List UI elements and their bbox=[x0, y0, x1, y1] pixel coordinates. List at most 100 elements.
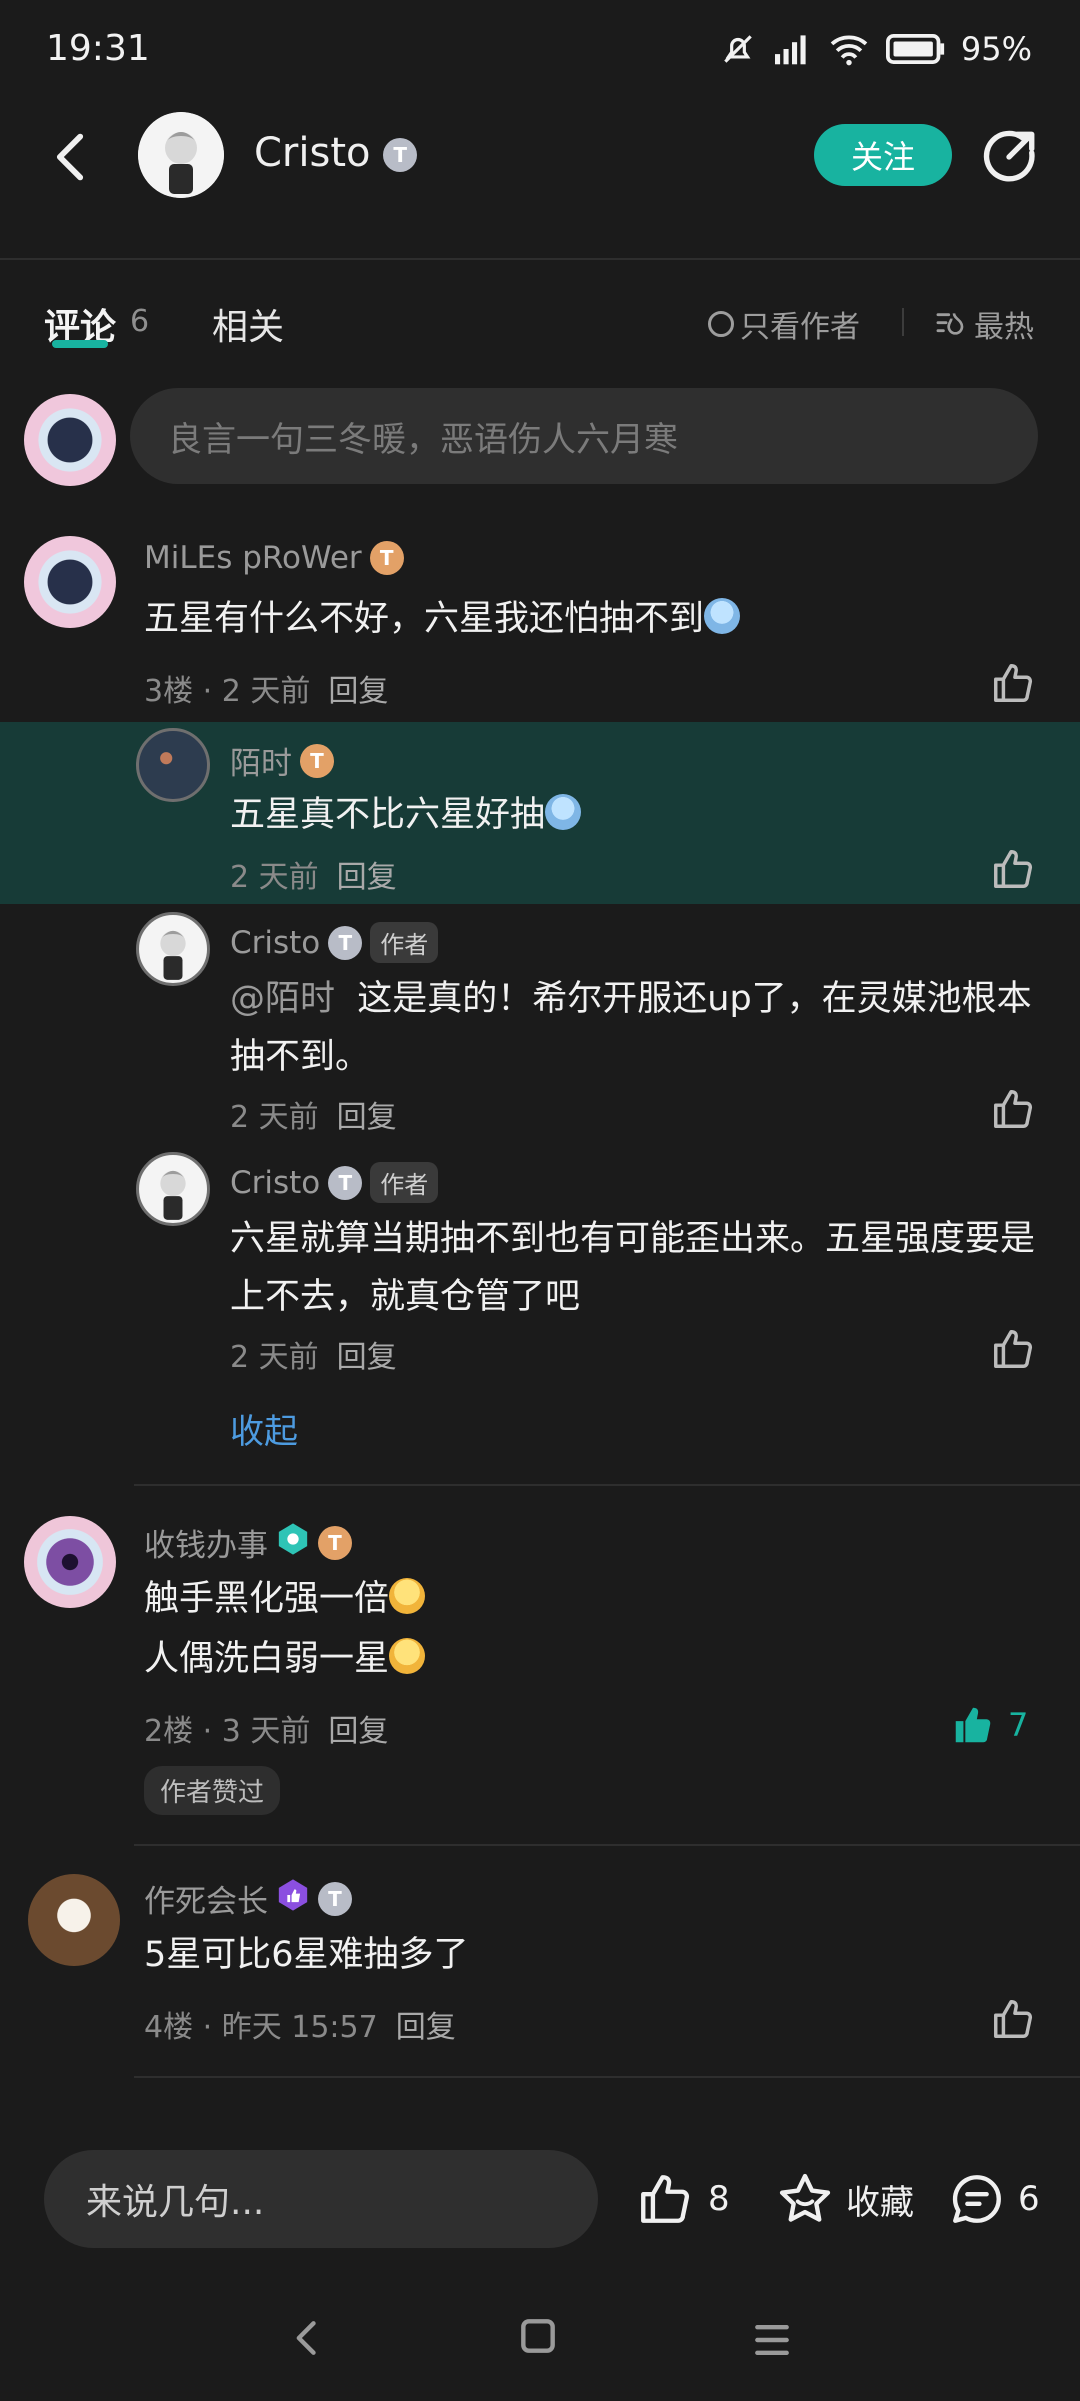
reply-meta: 2 天前 回复 bbox=[230, 1332, 397, 1376]
author-only-label: 只看作者 bbox=[740, 310, 860, 345]
favorite-button[interactable]: 收藏 bbox=[776, 2170, 914, 2228]
author-tag: 作者 bbox=[370, 1162, 439, 1203]
like-count: 7 bbox=[1008, 1706, 1029, 1744]
back-button[interactable] bbox=[40, 122, 100, 192]
reply-name[interactable]: 陌时 bbox=[230, 738, 292, 783]
reply-name-row: Cristo T 作者 bbox=[230, 1162, 439, 1203]
post-like-count: 8 bbox=[708, 2179, 730, 2219]
commenter-avatar[interactable] bbox=[24, 1516, 116, 1608]
level-badge-icon: T bbox=[328, 925, 363, 960]
mute-bell-icon bbox=[719, 30, 757, 68]
reply-name-row: 陌时 T bbox=[230, 738, 334, 783]
reply-text-body: 这是真的！希尔开服还up了，在灵媒池根本抽不到。 bbox=[230, 979, 1032, 1077]
author-name: Cristo bbox=[254, 130, 371, 176]
battery-percent: 95% bbox=[960, 30, 1032, 68]
author-liked-badge: 作者赞过 bbox=[144, 1766, 281, 1815]
comment-bubble-icon bbox=[952, 2175, 1001, 2223]
like-icon[interactable] bbox=[990, 660, 1036, 706]
comment-divider bbox=[134, 2076, 1080, 2078]
author-avatar[interactable] bbox=[138, 112, 224, 198]
status-time: 19:31 bbox=[46, 28, 150, 69]
sort-hot-button[interactable]: 最热 bbox=[934, 302, 1034, 346]
comment-time: 2 天前 bbox=[221, 674, 311, 709]
header-divider bbox=[0, 258, 1080, 260]
commenter-name[interactable]: 作死会长 bbox=[144, 1876, 268, 1921]
status-icons: 95% bbox=[719, 30, 1032, 68]
like-icon[interactable] bbox=[990, 1326, 1036, 1372]
comment-input[interactable]: 良言一句三冬暖，恶语伤人六月寒 bbox=[130, 388, 1038, 484]
tab-active-indicator bbox=[52, 340, 108, 348]
comments-button[interactable]: 6 bbox=[948, 2170, 1040, 2228]
collapse-replies-button[interactable]: 收起 bbox=[230, 1404, 298, 1453]
level-badge-icon: T bbox=[318, 1881, 352, 1916]
author-only-toggle[interactable]: 只看作者 bbox=[708, 302, 860, 346]
wifi-icon bbox=[827, 32, 871, 66]
commenter-name[interactable]: 收钱办事 bbox=[144, 1520, 268, 1565]
like-icon[interactable] bbox=[990, 846, 1036, 892]
reply-button[interactable]: 回复 bbox=[328, 1714, 388, 1749]
share-icon bbox=[983, 130, 1035, 182]
like-icon[interactable] bbox=[990, 1086, 1036, 1132]
reply-meta: 2 天前 回复 bbox=[230, 852, 397, 896]
reply-avatar[interactable] bbox=[136, 728, 210, 802]
reply-time: 2 天前 bbox=[230, 1100, 319, 1135]
reply-avatar[interactable] bbox=[136, 1152, 210, 1226]
reply-avatar[interactable] bbox=[136, 912, 210, 986]
like-icon[interactable] bbox=[990, 1996, 1036, 2042]
battery-icon bbox=[885, 34, 947, 64]
sort-label: 最热 bbox=[974, 310, 1034, 345]
back-arrow-icon bbox=[56, 133, 84, 181]
commenter-name-row: 收钱办事 T bbox=[144, 1520, 352, 1565]
crying-emoji-icon bbox=[545, 794, 582, 830]
reply-name[interactable]: Cristo bbox=[230, 1165, 320, 1201]
signal-icon bbox=[771, 32, 813, 66]
reply-button[interactable]: 回复 bbox=[396, 2010, 456, 2045]
reply-button[interactable]: 回复 bbox=[328, 674, 388, 709]
radio-circle-icon bbox=[708, 311, 734, 337]
author-name-row: Cristo T bbox=[254, 130, 418, 176]
commenter-name[interactable]: MiLEs pRoWer bbox=[144, 540, 362, 576]
commenter-avatar[interactable] bbox=[24, 536, 116, 628]
smirk-emoji-icon bbox=[389, 1578, 426, 1614]
author-tag: 作者 bbox=[370, 922, 439, 963]
commenter-avatar[interactable] bbox=[28, 1874, 120, 1966]
reply-button[interactable]: 回复 bbox=[337, 1340, 397, 1375]
thumb-badge-icon bbox=[276, 1878, 310, 1920]
comment-text-body: 人偶洗白弱一星 bbox=[144, 1639, 390, 1679]
commenter-name-row: MiLEs pRoWer T bbox=[144, 540, 404, 576]
diamond-badge-icon bbox=[276, 1522, 310, 1564]
comment-time: 昨天 15:57 bbox=[221, 2010, 378, 2045]
follow-button[interactable]: 关注 bbox=[814, 124, 952, 186]
my-avatar bbox=[24, 394, 116, 486]
tab-comments-count: 6 bbox=[130, 304, 150, 339]
comment-text-line: 触手黑化强一倍 bbox=[144, 1570, 426, 1628]
reply-time: 2 天前 bbox=[230, 860, 319, 895]
like-icon bbox=[641, 2175, 689, 2223]
comment-divider bbox=[134, 1484, 1080, 1486]
post-like-button[interactable]: 8 bbox=[636, 2170, 730, 2228]
comment-text-body: 五星有什么不好，六星我还怕抽不到 bbox=[144, 599, 705, 639]
comment-meta: 2楼 · 3 天前 回复 bbox=[144, 1714, 389, 1749]
mention-link[interactable]: @陌时 bbox=[230, 979, 335, 1019]
nav-home-icon[interactable] bbox=[516, 2314, 560, 2358]
reply-meta: 2 天前 回复 bbox=[230, 1092, 397, 1136]
reply-name[interactable]: Cristo bbox=[230, 925, 320, 961]
bottom-comment-input[interactable]: 来说几句... bbox=[44, 2150, 598, 2248]
like-button-active[interactable]: 7 bbox=[950, 1702, 1028, 1748]
reply-name-row: Cristo T 作者 bbox=[230, 922, 439, 963]
reply-text: 六星就算当期抽不到也有可能歪出来。五星强度要是上不去，就真仓管了吧 bbox=[230, 1219, 1036, 1317]
reply-button[interactable]: 回复 bbox=[337, 860, 397, 895]
crying-emoji-icon bbox=[704, 598, 741, 634]
comment-time: 3 天前 bbox=[221, 1714, 311, 1749]
commenter-name-row: 作死会长 T bbox=[144, 1876, 352, 1921]
reply-button[interactable]: 回复 bbox=[337, 1100, 397, 1135]
level-badge-icon: T bbox=[383, 138, 418, 172]
nav-menu-icon[interactable] bbox=[750, 2318, 794, 2362]
nav-back-icon[interactable] bbox=[286, 2316, 330, 2360]
share-button[interactable] bbox=[978, 126, 1040, 188]
sort-icon bbox=[936, 313, 964, 335]
like-filled-icon bbox=[955, 1707, 991, 1743]
comment-divider bbox=[134, 1844, 1080, 1846]
tab-related[interactable]: 相关 bbox=[212, 298, 284, 350]
star-icon bbox=[779, 2173, 831, 2222]
